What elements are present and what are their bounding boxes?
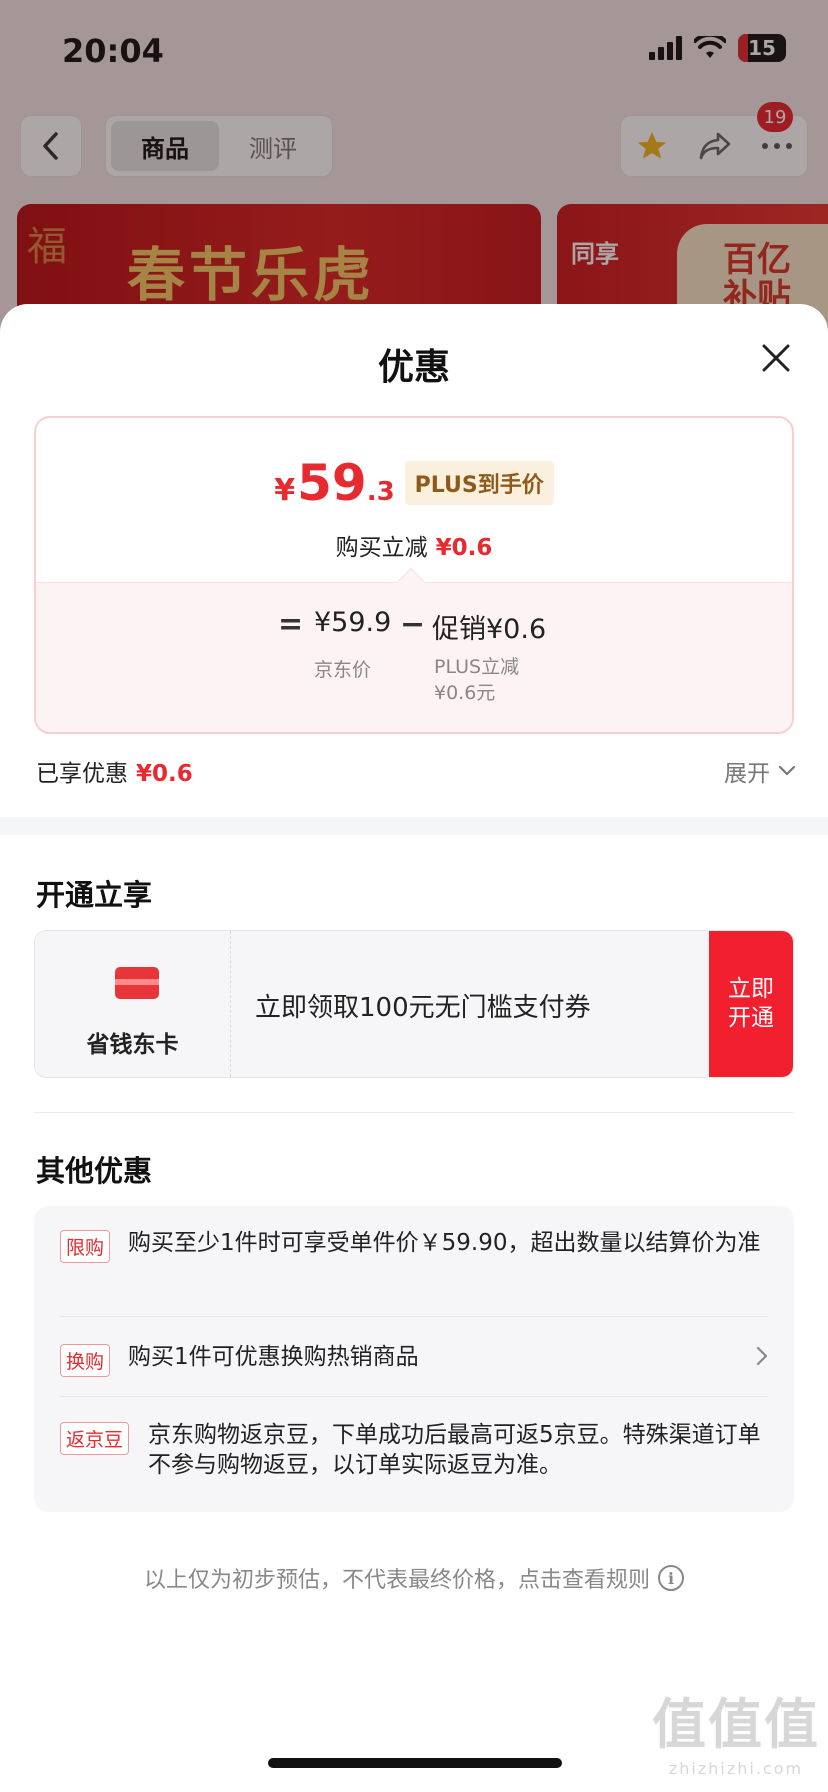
price-summary: ¥ 59 .3 PLUS到手价 购买立减 ¥0.6 <box>36 418 792 582</box>
enjoyed-label: 已享优惠 <box>36 761 128 787</box>
jingdou-text: 京东购物返京豆，下单成功后最高可返5京豆。特殊渠道订单不参与购物返豆，以订单实际… <box>148 1422 761 1479</box>
exchange-text: 购买1件可优惠换购热销商品 <box>128 1344 419 1370</box>
price-breakdown: = ¥59.9 − 促销¥0.6 京东价 PLUS立减 ¥0.6元 <box>36 582 792 732</box>
list-item-jingdou: 返京豆 京东购物返京豆，下单成功后最高可返5京豆。特殊渠道订单不参与购物返豆，以… <box>60 1420 768 1481</box>
other-discounts: 限购 购买至少1件时可享受单件价￥59.90，超出数量以结算价为准 换购 购买1… <box>34 1206 794 1512</box>
expand-button[interactable]: 展开 <box>724 754 796 788</box>
price-decimal: .3 <box>366 477 395 507</box>
footer-note-text: 以上仅为初步预估，不代表最终价格，点击查看规则 <box>143 1568 650 1593</box>
watermark-logo: 值值值 <box>652 1693 820 1756</box>
enjoyed-value: ¥0.6 <box>136 761 193 787</box>
limit-tag: 限购 <box>60 1230 111 1263</box>
list-item-limit: 限购 购买至少1件时可享受单件价￥59.90，超出数量以结算价为准 <box>60 1228 768 1263</box>
rules-link[interactable]: 以上仅为初步预估，不代表最终价格，点击查看规则 i <box>0 1562 828 1594</box>
final-price: ¥ 59 .3 PLUS到手价 <box>36 454 792 512</box>
plus-price-tag: PLUS到手价 <box>404 461 554 505</box>
section-divider <box>0 817 828 835</box>
credit-card-icon <box>115 967 159 999</box>
discount-sheet: 优惠 ¥ 59 .3 PLUS到手价 购买立减 ¥0.6 = ¥59.9 − 促销… <box>0 304 828 1792</box>
promo-value: 促销¥0.6 <box>432 614 547 645</box>
open-section-title: 开通立享 <box>36 878 153 912</box>
divider <box>34 1112 794 1113</box>
price-card: ¥ 59 .3 PLUS到手价 购买立减 ¥0.6 = ¥59.9 − 促销¥0.… <box>34 416 794 734</box>
reduce-label: 购买立减 <box>335 535 428 561</box>
card-desc: 立即领取100元无门槛支付券 <box>255 993 591 1023</box>
watermark: 值值值 zhizhizhi.com <box>652 1680 820 1778</box>
open-now-button[interactable]: 立即 开通 <box>709 931 793 1077</box>
minus-sign: − <box>400 607 426 642</box>
modal-overlay[interactable] <box>0 0 828 330</box>
price-integer: 59 <box>297 454 367 512</box>
expand-label: 展开 <box>724 761 770 787</box>
watermark-domain: zhizhizhi.com <box>668 1759 804 1778</box>
base-price: ¥59.9 <box>314 607 392 638</box>
sheet-title: 优惠 <box>377 347 450 388</box>
jingdou-tag: 返京豆 <box>60 1422 130 1455</box>
promo-detail: PLUS立减 ¥0.6元 <box>434 655 519 706</box>
chevron-right-icon <box>756 1346 768 1366</box>
base-price-label: 京东价 <box>314 659 372 681</box>
card-brand: 省钱东卡 <box>35 931 231 1077</box>
membership-card[interactable]: 省钱东卡 立即领取100元无门槛支付券 立即 开通 <box>34 930 794 1078</box>
promo-detail-line-2: ¥0.6元 <box>434 681 496 704</box>
limit-text: 购买至少1件时可享受单件价￥59.90，超出数量以结算价为准 <box>128 1230 761 1256</box>
sheet-header: 优惠 <box>0 304 828 414</box>
close-icon[interactable] <box>760 342 792 374</box>
price-currency: ¥ <box>274 473 296 508</box>
chevron-down-icon <box>778 765 796 776</box>
list-item-exchange[interactable]: 换购 购买1件可优惠换购热销商品 <box>60 1342 768 1377</box>
home-indicator[interactable] <box>268 1758 562 1768</box>
open-btn-line-2: 开通 <box>728 1005 774 1031</box>
item-separator <box>60 1396 768 1397</box>
item-separator <box>60 1316 768 1317</box>
other-section-title: 其他优惠 <box>36 1154 153 1188</box>
info-icon: i <box>658 1565 684 1591</box>
price-calc: = ¥59.9 − 促销¥0.6 京东价 PLUS立减 ¥0.6元 <box>36 583 792 732</box>
card-name: 省钱东卡 <box>86 1032 179 1058</box>
exchange-tag: 换购 <box>60 1344 111 1377</box>
reduce-value: ¥0.6 <box>435 535 493 561</box>
open-btn-line-1: 立即 <box>728 976 774 1003</box>
equals-sign: = <box>278 607 304 642</box>
reduce-row: 购买立减 ¥0.6 <box>36 528 792 562</box>
promo-detail-line-1: PLUS立减 <box>434 656 520 678</box>
enjoyed-discount-row: 已享优惠 ¥0.6 展开 <box>36 754 796 794</box>
